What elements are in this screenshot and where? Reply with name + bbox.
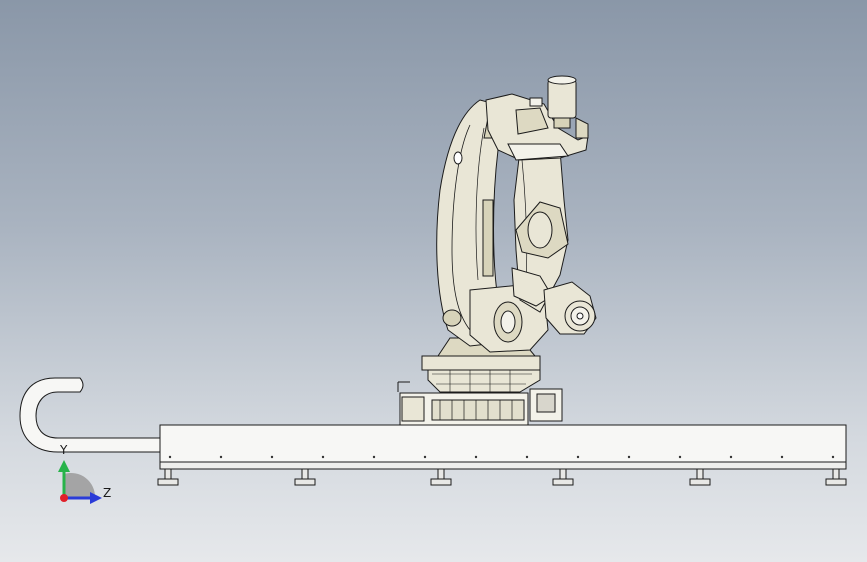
track-foot [294, 468, 316, 486]
cad-viewport[interactable] [0, 0, 867, 562]
track-foot [157, 468, 179, 486]
track-feet [157, 468, 847, 486]
robot-wrist-motor [543, 281, 597, 335]
z-axis-label: Z [103, 486, 112, 500]
robot-top-head [485, 75, 589, 161]
track-foot [552, 468, 574, 486]
linear-track [159, 424, 847, 470]
track-foot [825, 468, 847, 486]
x-axis-point [60, 494, 68, 502]
cable-carrier [19, 377, 161, 453]
y-axis-label: Y [60, 443, 68, 457]
track-foot [689, 468, 711, 486]
track-foot [430, 468, 452, 486]
coordinate-triad [58, 460, 102, 504]
